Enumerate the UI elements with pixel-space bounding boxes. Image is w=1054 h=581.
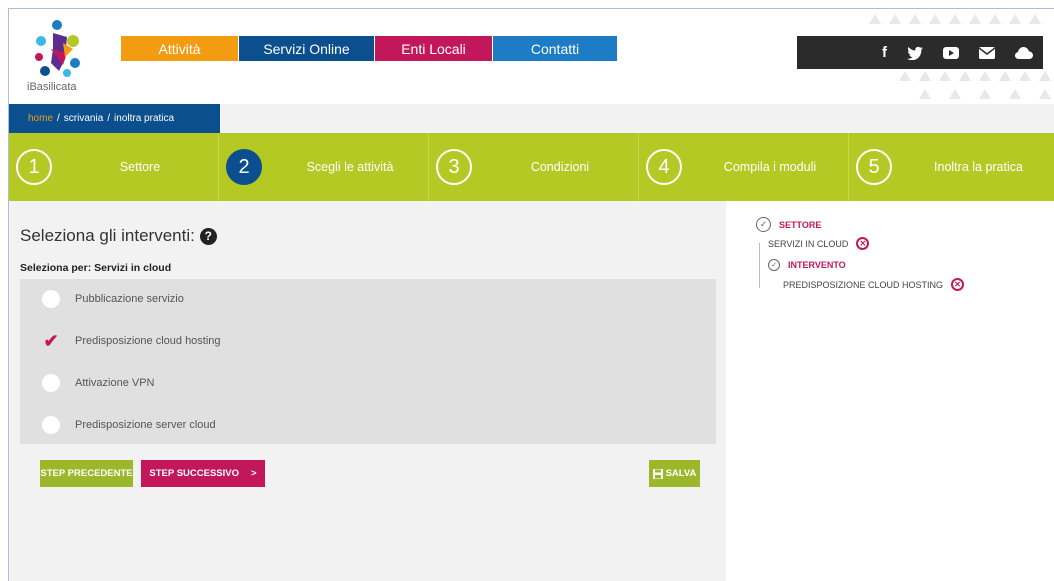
radio-button[interactable] xyxy=(42,374,60,392)
option-pubblicazione-servizio[interactable]: Pubblicazione servizio xyxy=(42,289,184,309)
step-compila-moduli[interactable]: 4 Compila i moduli xyxy=(639,133,849,201)
option-attivazione-vpn[interactable]: Attivazione VPN xyxy=(42,373,154,393)
breadcrumb-home[interactable]: home xyxy=(28,113,53,124)
main-panel: Seleziona gli interventi: ? Seleziona pe… xyxy=(9,201,726,581)
check-circle-icon: ✓ xyxy=(768,259,780,271)
step-settore[interactable]: 1 Settore xyxy=(9,133,219,201)
remove-intervention-icon[interactable]: ✕ xyxy=(951,278,965,291)
step-label: Scegli le attività xyxy=(306,160,394,174)
step-label: Compila i moduli xyxy=(723,160,817,174)
summary-intervention-head: ✓ INTERVENTO xyxy=(768,259,846,271)
select-label: Seleziona per: Servizi in cloud xyxy=(20,262,172,274)
option-label: Attivazione VPN xyxy=(75,377,155,389)
breadcrumb: home / scrivania / inoltra pratica xyxy=(9,104,220,133)
twitter-icon[interactable] xyxy=(907,46,923,60)
save-label: SALVA xyxy=(665,468,697,479)
remove-sector-icon[interactable]: ✕ xyxy=(856,237,870,250)
summary-sector-value: SERVIZI IN CLOUD ✕ xyxy=(768,237,870,250)
option-label: Predisposizione cloud hosting xyxy=(75,335,221,347)
sector-heading: SETTORE xyxy=(779,219,822,230)
step-number: 5 xyxy=(856,149,892,185)
step-number: 4 xyxy=(646,149,682,185)
radio-button[interactable] xyxy=(42,416,60,434)
radio-button[interactable] xyxy=(42,290,60,308)
logo-text: iBasilicata xyxy=(27,81,77,93)
option-label: Pubblicazione servizio xyxy=(75,293,184,305)
chevron-right-icon: > xyxy=(251,468,257,479)
check-circle-icon: ✓ xyxy=(756,217,771,232)
step-number: 2 xyxy=(226,149,262,185)
breadcrumb-separator: / xyxy=(107,113,111,124)
social-bar: f xyxy=(797,36,1043,69)
facebook-icon[interactable]: f xyxy=(882,44,887,61)
page-title-text: Seleziona gli interventi: xyxy=(20,226,195,245)
breadcrumb-scrivania[interactable]: scrivania xyxy=(64,113,103,124)
page-title: Seleziona gli interventi: ? xyxy=(20,226,217,246)
breadcrumb-current: inoltra pratica xyxy=(114,113,175,124)
header: iBasilicata Attività Servizi Online Enti… xyxy=(9,9,1054,104)
main-nav: Attività Servizi Online Enti Locali Cont… xyxy=(121,36,618,61)
help-icon[interactable]: ? xyxy=(199,227,217,245)
cloud-icon[interactable] xyxy=(1015,46,1033,59)
option-predisposizione-server-cloud[interactable]: Predisposizione server cloud xyxy=(42,415,216,435)
wizard-steps: 1 Settore 2 Scegli le attività 3 Condizi… xyxy=(9,133,1054,201)
options-list: Pubblicazione servizio ✔ Predisposizione… xyxy=(20,279,716,444)
mail-icon[interactable] xyxy=(979,46,995,59)
nav-attivita[interactable]: Attività xyxy=(121,36,238,61)
step-scegli-attivita[interactable]: 2 Scegli le attività xyxy=(219,133,429,201)
youtube-icon[interactable] xyxy=(943,46,959,59)
breadcrumb-separator: / xyxy=(57,113,60,124)
step-label: Condizioni xyxy=(530,160,590,174)
checkmark-icon[interactable]: ✔ xyxy=(42,331,60,351)
step-label: Inoltra la pratica xyxy=(934,160,1023,174)
summary-sector-head: ✓ SETTORE xyxy=(756,217,821,232)
intervention-heading: INTERVENTO xyxy=(788,260,846,270)
tree-line xyxy=(759,243,760,288)
nav-servizi-online[interactable]: Servizi Online xyxy=(239,36,374,61)
nav-contatti[interactable]: Contatti xyxy=(493,36,617,61)
summary-intervention-value: PREDISPOSIZIONE CLOUD HOSTING ✕ xyxy=(783,278,965,291)
nav-enti-locali[interactable]: Enti Locali xyxy=(375,36,492,61)
breadcrumb-bar: home / scrivania / inoltra pratica xyxy=(9,104,1054,133)
sector-value: SERVIZI IN CLOUD xyxy=(768,238,849,249)
step-next-button[interactable]: STEP SUCCESSIVO > xyxy=(141,460,265,487)
step-inoltra-pratica[interactable]: 5 Inoltra la pratica xyxy=(849,133,1054,201)
step-number: 3 xyxy=(436,149,472,185)
save-icon xyxy=(652,468,663,479)
save-button[interactable]: SALVA xyxy=(649,460,700,487)
step-next-label: STEP SUCCESSIVO xyxy=(149,468,239,479)
step-label: Settore xyxy=(119,160,161,174)
option-predisposizione-cloud-hosting[interactable]: ✔ Predisposizione cloud hosting xyxy=(42,331,221,351)
step-previous-button[interactable]: STEP PRECEDENTE xyxy=(40,460,133,487)
summary-sidebar: ✓ SETTORE SERVIZI IN CLOUD ✕ ✓ INTERVENT… xyxy=(726,201,1054,581)
intervention-value: PREDISPOSIZIONE CLOUD HOSTING xyxy=(783,279,944,290)
step-condizioni[interactable]: 3 Condizioni xyxy=(429,133,639,201)
option-label: Predisposizione server cloud xyxy=(75,419,216,431)
app-frame: iBasilicata Attività Servizi Online Enti… xyxy=(8,8,1054,581)
step-number: 1 xyxy=(16,149,52,185)
